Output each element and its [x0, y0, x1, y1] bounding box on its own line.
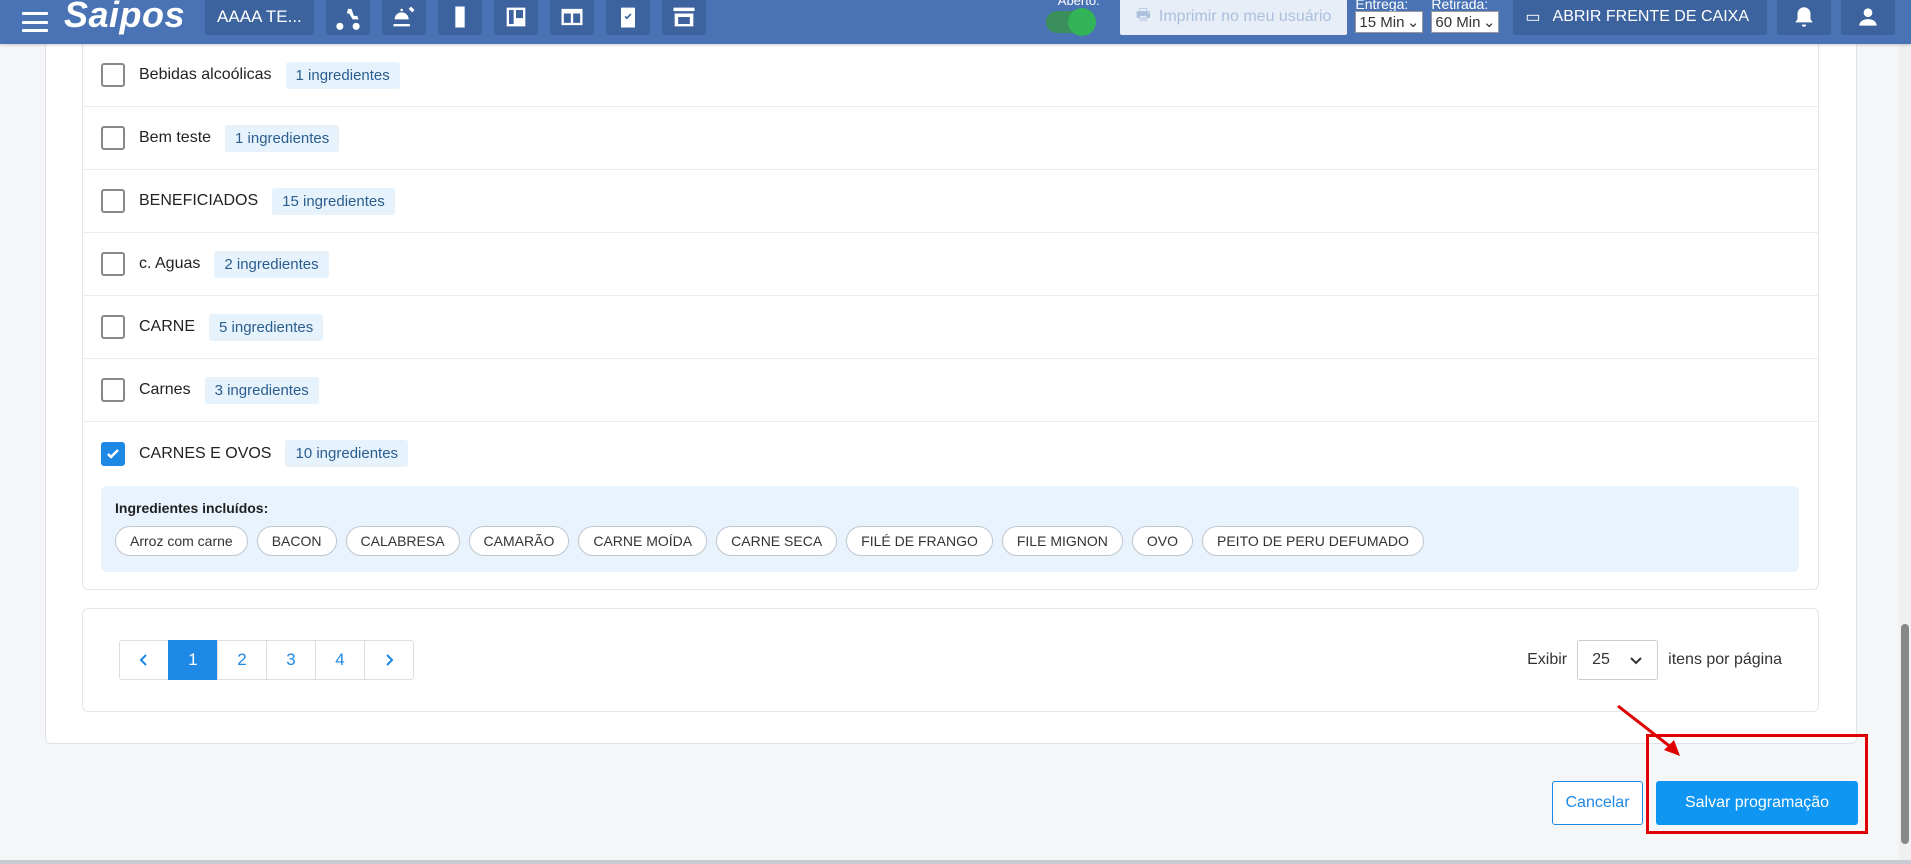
per-page-suffix: itens por página: [1668, 651, 1782, 668]
print-user-button[interactable]: 🖶 Imprimir no meu usuário: [1119, 0, 1348, 35]
category-checkbox[interactable]: [101, 126, 125, 150]
chevron-right-icon: [386, 654, 394, 666]
checklist-icon[interactable]: [605, 0, 650, 35]
open-status: Aberto:: [1045, 0, 1108, 36]
store-icon[interactable]: [661, 0, 706, 35]
category-checkbox[interactable]: [101, 63, 125, 87]
delivery-time-value: 15 Min: [1359, 13, 1405, 31]
chevron-down-icon: ⌄: [1482, 14, 1496, 31]
ingredient-chip: CAMARÃO: [468, 526, 570, 556]
waiter-icon[interactable]: [381, 0, 426, 35]
included-ingredients-title: Ingredientes incluídos:: [115, 500, 269, 516]
cancel-button[interactable]: Cancelar: [1552, 781, 1643, 825]
per-page-select[interactable]: 25: [1577, 640, 1659, 680]
category-checkbox[interactable]: [101, 441, 125, 466]
pagination: 1 2 3 4: [119, 640, 414, 680]
print-user-label: Imprimir no meu usuário: [1158, 8, 1332, 25]
chevron-left-icon: [139, 654, 147, 666]
per-page-value: 25: [1592, 651, 1610, 668]
chevron-down-icon: ⌄: [1406, 14, 1420, 31]
category-checkbox[interactable]: [101, 315, 125, 339]
list-item: CARNE 5 ingredientes: [83, 296, 1818, 359]
list-item: Carnes 3 ingredientes: [83, 359, 1818, 422]
ingredient-chips: Arroz com carne BACON CALABRESA CAMARÃO …: [115, 526, 1785, 556]
category-checkbox[interactable]: [101, 189, 125, 213]
ingredient-chip: CALABRESA: [345, 526, 460, 556]
category-checkbox[interactable]: [101, 252, 125, 276]
list-item: Bebidas alcoólicas 1 ingredientes: [83, 44, 1818, 107]
category-list: Bebidas alcoólicas 1 ingredientes Bem te…: [82, 20, 1819, 590]
pickup-time-select[interactable]: 60 Min ⌄: [1431, 11, 1500, 33]
ingredient-count-badge: 5 ingredientes: [209, 313, 324, 341]
top-navbar: Saipos AAAA TE... Aberto: 🖶 Imprimir no …: [0, 0, 1911, 44]
store-selector[interactable]: AAAA TE...: [205, 0, 314, 35]
menu-icon[interactable]: [22, 12, 48, 32]
ingredient-count-badge: 10 ingredientes: [285, 440, 409, 467]
user-icon[interactable]: [1841, 0, 1895, 35]
bell-icon[interactable]: [1777, 0, 1831, 35]
ingredient-chip: CARNE MOÍDA: [578, 526, 708, 556]
category-name: CARNES E OVOS: [139, 444, 272, 462]
category-checkbox[interactable]: [101, 378, 125, 402]
open-status-label: Aberto:: [1057, 0, 1100, 8]
pagination-card: 1 2 3 4 Exibir 25 itens por página: [82, 608, 1819, 712]
pickup-time-label: Retirada:: [1431, 0, 1489, 12]
category-name: BENEFICIADOS: [139, 192, 259, 209]
ingredient-chip: CARNE SECA: [716, 526, 838, 556]
kanban-icon[interactable]: [493, 0, 538, 35]
category-name: Bebidas alcoólicas: [139, 66, 272, 83]
list-item: Bem teste 1 ingredientes: [83, 107, 1818, 170]
app-logo: Saipos: [64, 0, 186, 35]
page-button[interactable]: 3: [266, 640, 316, 680]
window-bottom-border: [0, 860, 1911, 864]
ingredient-count-badge: 2 ingredientes: [214, 250, 329, 278]
printer-icon: 🖶: [1135, 6, 1151, 24]
chevron-down-icon: [1630, 657, 1642, 665]
list-item: CARNES E OVOS 10 ingredientes: [83, 422, 1818, 485]
list-item: BENEFICIADOS 15 ingredientes: [83, 170, 1818, 233]
ingredient-count-badge: 3 ingredientes: [204, 376, 319, 404]
items-per-page: Exibir 25 itens por página: [1527, 640, 1782, 680]
delivery-time-select[interactable]: 15 Min ⌄: [1355, 11, 1424, 33]
ingredient-chip: BACON: [256, 526, 337, 556]
category-name: c. Aguas: [139, 255, 201, 272]
annotation-arrow-icon: [1617, 704, 1680, 756]
cash-register-icon: ▭: [1525, 9, 1541, 26]
category-name: Carnes: [139, 381, 191, 398]
page-button[interactable]: 1: [168, 640, 218, 680]
layout-icon[interactable]: [549, 0, 594, 35]
open-cashier-button[interactable]: ▭ ABRIR FRENTE DE CAIXA: [1513, 0, 1767, 35]
open-cashier-label: ABRIR FRENTE DE CAIXA: [1552, 8, 1749, 25]
delivery-time-label: Entrega:: [1355, 0, 1409, 12]
exibir-label: Exibir: [1527, 651, 1568, 668]
pickup-time-value: 60 Min: [1435, 13, 1481, 31]
open-toggle[interactable]: [1045, 8, 1096, 36]
pickup-time-group: Retirada: 60 Min ⌄: [1431, 0, 1500, 33]
ingredient-count-badge: 1 ingredientes: [285, 61, 400, 89]
ingredient-chip: FILE MIGNON: [1001, 526, 1123, 556]
category-name: CARNE: [139, 318, 196, 335]
page-scrollbar[interactable]: [1899, 0, 1911, 864]
prev-page-button[interactable]: [119, 640, 169, 680]
included-ingredients-panel: Ingredientes incluídos: Arroz com carne …: [101, 486, 1799, 572]
scrollbar-thumb[interactable]: [1901, 624, 1909, 844]
order-pad-icon[interactable]: [437, 0, 482, 35]
ingredient-count-badge: 1 ingredientes: [225, 124, 340, 152]
next-page-button[interactable]: [364, 640, 414, 680]
ingredient-chip: FILÉ DE FRANGO: [846, 526, 993, 556]
ingredient-chip: OVO: [1131, 526, 1193, 556]
ingredient-chip: PEITO DE PERU DEFUMADO: [1202, 526, 1424, 556]
ingredient-chip: Arroz com carne: [115, 526, 248, 556]
check-icon: [107, 448, 119, 459]
category-name: Bem teste: [139, 129, 212, 146]
ingredient-count-badge: 15 ingredientes: [272, 187, 395, 215]
delivery-icon[interactable]: [325, 0, 370, 35]
page-button[interactable]: 4: [315, 640, 365, 680]
list-item: c. Aguas 2 ingredientes: [83, 233, 1818, 296]
page-button[interactable]: 2: [217, 640, 267, 680]
delivery-time-group: Entrega: 15 Min ⌄: [1355, 0, 1424, 33]
